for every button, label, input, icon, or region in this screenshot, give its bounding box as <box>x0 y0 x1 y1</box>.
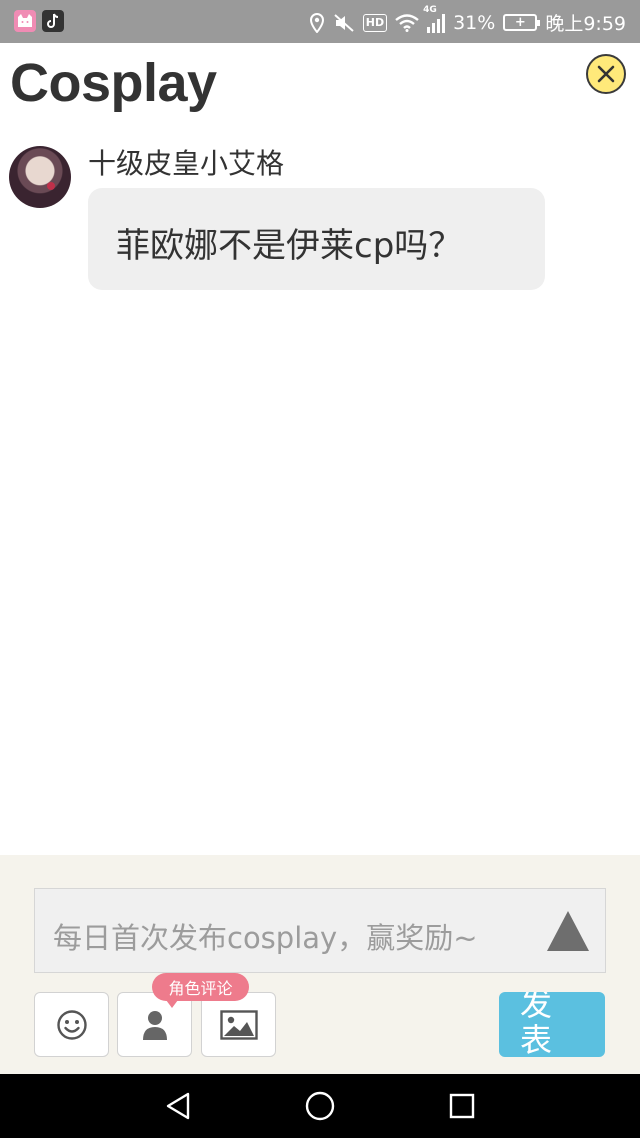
clock: 晚上9:59 <box>545 13 626 35</box>
composer-panel: 每日首次发布cosplay，赢奖励~ 发表 <box>0 855 640 1074</box>
page-title: Cosplay <box>10 53 217 113</box>
smiley-icon <box>56 1009 87 1040</box>
recents-icon <box>449 1093 475 1119</box>
status-notifications <box>14 10 64 32</box>
status-indicators: HD 4G 31% + 晚上9:59 <box>309 5 626 36</box>
back-button[interactable] <box>162 1090 194 1122</box>
home-button[interactable] <box>304 1090 336 1122</box>
expand-triangle-icon[interactable] <box>547 911 589 951</box>
tiktok-icon <box>42 10 64 32</box>
comment-input[interactable]: 每日首次发布cosplay，赢奖励~ <box>34 888 606 973</box>
network-type-label: 4G <box>423 4 437 15</box>
home-icon <box>305 1091 335 1121</box>
mute-icon <box>333 13 355 33</box>
wifi-icon <box>395 13 419 32</box>
person-icon <box>142 1010 167 1040</box>
comment-username[interactable]: 十级皮皇小艾格 <box>88 142 284 182</box>
avatar[interactable] <box>9 146 71 208</box>
comment-input-placeholder: 每日首次发布cosplay，赢奖励~ <box>53 921 478 955</box>
image-button[interactable] <box>201 992 276 1057</box>
close-button[interactable] <box>586 54 626 94</box>
cellular-signal-icon: 4G <box>423 5 446 33</box>
role-comment-tag: 角色评论 <box>152 973 249 1008</box>
recents-button[interactable] <box>446 1090 478 1122</box>
battery-icon: + <box>503 14 541 31</box>
role-comment-button[interactable] <box>117 992 192 1057</box>
publish-button[interactable]: 发表 <box>499 992 605 1057</box>
publish-button-label: 发表 <box>519 992 552 1057</box>
system-nav-bar <box>0 1074 640 1138</box>
status-bar: HD 4G 31% + 晚上9:59 <box>0 0 640 43</box>
back-icon <box>166 1092 190 1120</box>
battery-percent: 31% <box>453 11 496 34</box>
emoji-button[interactable] <box>34 992 109 1057</box>
pink-cat-app-icon <box>14 10 36 32</box>
comment-bubble[interactable]: 菲欧娜不是伊莱cp吗？ <box>88 188 545 290</box>
close-x-icon <box>597 65 615 83</box>
image-icon <box>219 1009 258 1040</box>
location-icon <box>309 12 325 33</box>
comment-text: 菲欧娜不是伊莱cp吗？ <box>116 226 463 266</box>
hd-badge: HD <box>362 13 388 32</box>
